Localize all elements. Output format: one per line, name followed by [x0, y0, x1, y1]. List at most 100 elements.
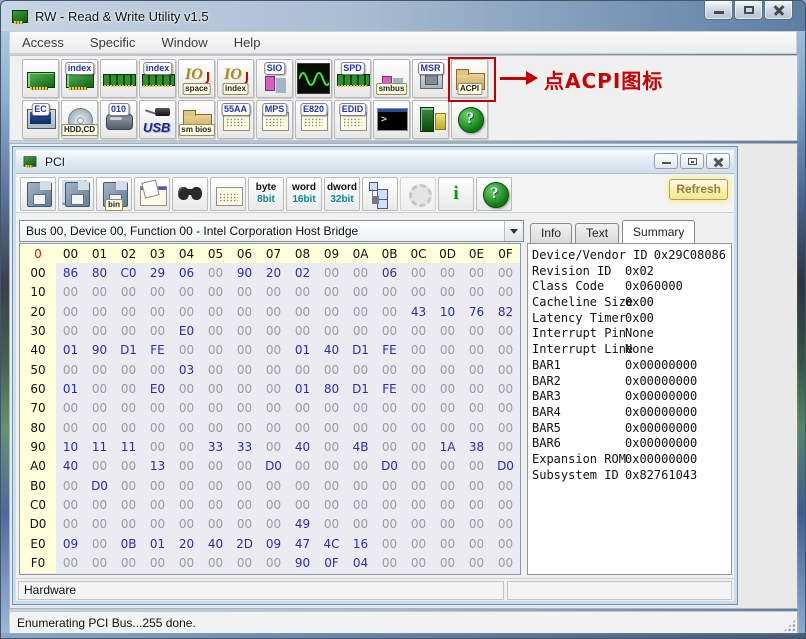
pci-toolbar-button-word-mode[interactable]: word16bit — [286, 177, 322, 211]
hex-cell-E0-0F[interactable]: 00 — [491, 534, 520, 553]
hex-cell-80-07[interactable]: 00 — [259, 418, 288, 437]
hex-cell-90-03[interactable]: 00 — [143, 437, 172, 456]
hex-cell-E0-05[interactable]: 40 — [201, 534, 230, 553]
hex-cell-D0-05[interactable]: 00 — [201, 515, 230, 534]
hex-cell-70-0C[interactable]: 00 — [404, 399, 433, 418]
hex-cell-00-0A[interactable]: 00 — [346, 263, 375, 282]
hex-cell-C0-05[interactable]: 00 — [201, 495, 230, 514]
hex-cell-50-0C[interactable]: 00 — [404, 360, 433, 379]
hex-cell-C0-08[interactable]: 00 — [288, 495, 317, 514]
hex-cell-20-0D[interactable]: 10 — [433, 302, 462, 321]
hex-cell-F0-08[interactable]: 90 — [288, 554, 317, 573]
hex-cell-B0-07[interactable]: 00 — [259, 476, 288, 495]
hex-cell-00-0E[interactable]: 00 — [462, 263, 491, 282]
hex-cell-60-05[interactable]: 00 — [201, 379, 230, 398]
hex-cell-00-05[interactable]: 00 — [201, 263, 230, 282]
hex-cell-70-02[interactable]: 00 — [114, 399, 143, 418]
hex-cell-90-06[interactable]: 33 — [230, 437, 259, 456]
toolbar-button-msr[interactable]: MSR — [412, 59, 449, 98]
hex-cell-90-0F[interactable]: 00 — [491, 437, 520, 456]
hex-cell-A0-06[interactable]: 00 — [230, 457, 259, 476]
hex-cell-B0-05[interactable]: 00 — [201, 476, 230, 495]
hex-cell-B0-08[interactable]: 00 — [288, 476, 317, 495]
toolbar-button-spd[interactable]: SPD — [334, 59, 371, 98]
hex-cell-80-08[interactable]: 00 — [288, 418, 317, 437]
toolbar-button-pci[interactable] — [22, 59, 59, 98]
pci-toolbar-button-byte-mode[interactable]: byte8bit — [248, 177, 284, 211]
hex-cell-50-07[interactable]: 00 — [259, 360, 288, 379]
hex-cell-60-08[interactable]: 01 — [288, 379, 317, 398]
pci-toolbar-button-dword-mode[interactable]: dword32bit — [324, 177, 360, 211]
hex-cell-60-02[interactable]: 00 — [114, 379, 143, 398]
hex-cell-30-0B[interactable]: 00 — [375, 321, 404, 340]
hex-cell-D0-0D[interactable]: 00 — [433, 515, 462, 534]
hex-cell-30-0F[interactable]: 00 — [491, 321, 520, 340]
hex-cell-D0-07[interactable]: 00 — [259, 515, 288, 534]
hex-cell-80-02[interactable]: 00 — [114, 418, 143, 437]
hex-cell-30-05[interactable]: 00 — [201, 321, 230, 340]
hex-cell-70-03[interactable]: 00 — [143, 399, 172, 418]
hex-cell-A0-09[interactable]: 00 — [317, 457, 346, 476]
hex-cell-00-01[interactable]: 80 — [85, 263, 114, 282]
hex-cell-E0-00[interactable]: 09 — [56, 534, 85, 553]
hex-cell-E0-0C[interactable]: 00 — [404, 534, 433, 553]
hex-cell-90-04[interactable]: 00 — [172, 437, 201, 456]
hex-cell-C0-0D[interactable]: 00 — [433, 495, 462, 514]
hex-cell-D0-02[interactable]: 00 — [114, 515, 143, 534]
hex-cell-20-0F[interactable]: 82 — [491, 302, 520, 321]
hex-cell-B0-0E[interactable]: 00 — [462, 476, 491, 495]
hex-cell-80-0B[interactable]: 00 — [375, 418, 404, 437]
hex-cell-80-05[interactable]: 00 — [201, 418, 230, 437]
hex-cell-40-04[interactable]: 00 — [172, 341, 201, 360]
hex-cell-40-03[interactable]: FE — [143, 341, 172, 360]
hex-cell-90-08[interactable]: 40 — [288, 437, 317, 456]
hex-cell-40-05[interactable]: 00 — [201, 341, 230, 360]
pci-toolbar-button-save-all[interactable] — [58, 177, 94, 211]
hex-cell-90-0C[interactable]: 00 — [404, 437, 433, 456]
hex-cell-B0-0D[interactable]: 00 — [433, 476, 462, 495]
hex-cell-A0-0C[interactable]: 00 — [404, 457, 433, 476]
hex-cell-E0-0D[interactable]: 00 — [433, 534, 462, 553]
toolbar-button-hdd-cd[interactable]: HDD,CD — [61, 100, 98, 139]
hex-cell-C0-03[interactable]: 00 — [143, 495, 172, 514]
hex-cell-10-0A[interactable]: 00 — [346, 283, 375, 302]
hex-cell-30-08[interactable]: 00 — [288, 321, 317, 340]
hex-cell-50-09[interactable]: 00 — [317, 360, 346, 379]
hex-cell-00-06[interactable]: 90 — [230, 263, 259, 282]
hex-cell-A0-0A[interactable]: 00 — [346, 457, 375, 476]
toolbar-button-smbus[interactable]: smbus — [373, 59, 410, 98]
hex-cell-40-00[interactable]: 01 — [56, 341, 85, 360]
hex-cell-40-0B[interactable]: FE — [375, 341, 404, 360]
hex-cell-60-0D[interactable]: 00 — [433, 379, 462, 398]
refresh-button[interactable]: Refresh — [669, 179, 728, 200]
hex-cell-F0-06[interactable]: 00 — [230, 554, 259, 573]
hex-cell-90-02[interactable]: 11 — [114, 437, 143, 456]
hex-cell-B0-03[interactable]: 00 — [143, 476, 172, 495]
hex-cell-F0-09[interactable]: 0F — [317, 554, 346, 573]
hex-cell-30-0A[interactable]: 00 — [346, 321, 375, 340]
hex-cell-C0-0A[interactable]: 00 — [346, 495, 375, 514]
hex-cell-30-09[interactable]: 00 — [317, 321, 346, 340]
hex-cell-A0-0D[interactable]: 00 — [433, 457, 462, 476]
toolbar-button-edid[interactable]: EDID — [334, 100, 371, 139]
hex-cell-20-03[interactable]: 00 — [143, 302, 172, 321]
hex-cell-80-03[interactable]: 00 — [143, 418, 172, 437]
hex-cell-F0-03[interactable]: 00 — [143, 554, 172, 573]
hex-cell-20-00[interactable]: 00 — [56, 302, 85, 321]
hex-cell-10-07[interactable]: 00 — [259, 283, 288, 302]
hex-cell-E0-0E[interactable]: 00 — [462, 534, 491, 553]
hex-cell-00-09[interactable]: 00 — [317, 263, 346, 282]
hex-cell-60-01[interactable]: 00 — [85, 379, 114, 398]
pci-toolbar-button-tree-view[interactable] — [362, 177, 398, 211]
hex-cell-E0-02[interactable]: 0B — [114, 534, 143, 553]
hex-cell-60-06[interactable]: 00 — [230, 379, 259, 398]
hex-cell-F0-0B[interactable]: 00 — [375, 554, 404, 573]
hex-cell-E0-01[interactable]: 00 — [85, 534, 114, 553]
hex-cell-A0-08[interactable]: 00 — [288, 457, 317, 476]
minimize-button[interactable] — [704, 1, 733, 20]
hex-cell-00-04[interactable]: 06 — [172, 263, 201, 282]
hex-cell-B0-01[interactable]: D0 — [85, 476, 114, 495]
hex-cell-B0-0F[interactable]: 00 — [491, 476, 520, 495]
toolbar-button-memory[interactable] — [100, 59, 137, 98]
hex-cell-50-05[interactable]: 00 — [201, 360, 230, 379]
